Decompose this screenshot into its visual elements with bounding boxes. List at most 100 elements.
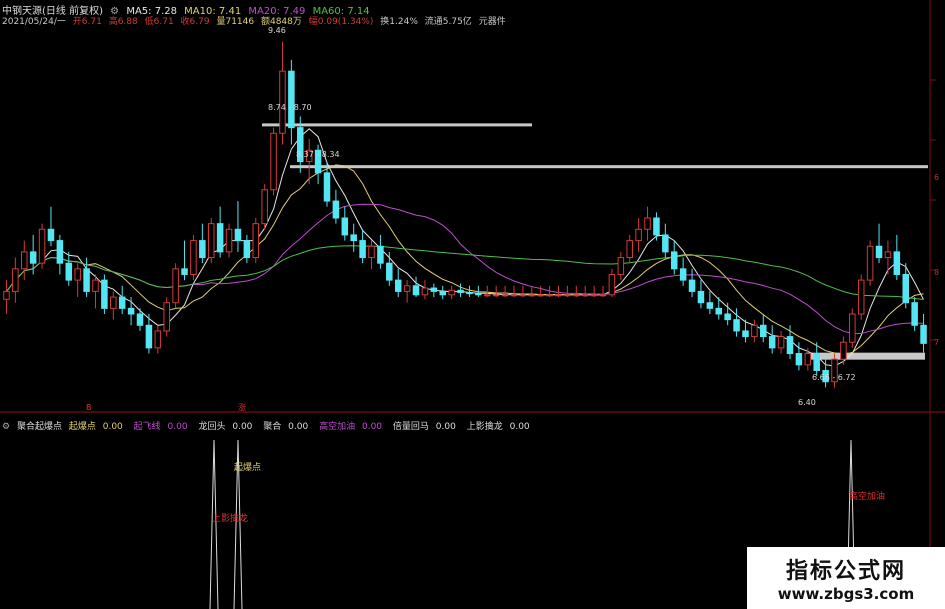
candle-body: [697, 290, 705, 304]
candle-body: [20, 251, 28, 270]
candle-body: [510, 294, 518, 297]
indicator-spike: [209, 439, 219, 609]
candle-body: [804, 353, 812, 366]
signal-label: 上影擒龙: [212, 512, 248, 524]
candle-body: [136, 313, 144, 326]
candle-body: [742, 330, 749, 338]
candle-body: [608, 273, 616, 296]
candle-body: [573, 294, 580, 297]
candle-body: [795, 353, 803, 366]
candle-body: [635, 228, 642, 242]
candle-body: [323, 172, 331, 202]
candle-body: [12, 268, 19, 292]
candle-body: [118, 296, 126, 309]
candle-body: [768, 336, 776, 349]
candle-body: [225, 228, 233, 253]
candle-body: [483, 294, 491, 297]
candle-body: [163, 302, 170, 332]
candle-body: [29, 251, 37, 264]
candle-body: [412, 285, 420, 296]
resistance-line: [806, 352, 925, 360]
candle-body: [65, 262, 73, 281]
price-label: 9.46: [268, 26, 286, 35]
candle-body: [751, 324, 758, 338]
candle-body: [261, 189, 268, 225]
candle-body: [528, 294, 536, 297]
candle-body: [56, 240, 64, 264]
ma5-line: [6, 128, 924, 367]
candle-body: [154, 330, 162, 349]
candle-body: [47, 228, 55, 242]
candle-body: [341, 217, 349, 236]
candle-body: [332, 200, 340, 219]
candle-body: [590, 294, 598, 297]
candlestick-chart[interactable]: 6 8 7 9.46 8.74 - 8.70 8.37 - 8.34 6.66 - 6.72…: [0, 0, 945, 609]
candle-body: [857, 279, 865, 315]
candle-body: [893, 251, 901, 275]
candle-body: [430, 287, 438, 292]
candle-body: [911, 302, 918, 326]
candle-body: [849, 313, 856, 343]
candle-body: [662, 234, 669, 253]
candle-body: [92, 279, 99, 292]
candle-body: [546, 294, 553, 297]
candle-body: [243, 240, 251, 259]
candle-body: [777, 336, 785, 349]
candle-body: [377, 245, 384, 264]
resistance-line: [290, 165, 928, 169]
axis-tick-label: 6: [934, 173, 939, 182]
candle-body: [359, 240, 366, 259]
candle-body: [110, 296, 117, 309]
axis-tick-label: 8: [934, 268, 939, 277]
candle-body: [83, 268, 90, 292]
candle-body: [457, 289, 464, 294]
candle-body: [466, 292, 473, 295]
candle-body: [207, 223, 215, 259]
signal-label: 起爆点: [234, 461, 261, 473]
ma10-line: [6, 164, 924, 356]
candle-body: [270, 132, 277, 191]
candle-body: [724, 313, 731, 321]
candle-body: [706, 302, 714, 309]
candle-body: [840, 341, 847, 360]
ma60-line: [6, 245, 924, 300]
candle-body: [252, 223, 260, 259]
candle-body: [688, 279, 696, 292]
candle-body: [421, 287, 429, 296]
candle-body: [199, 240, 206, 259]
candle-body: [679, 268, 687, 281]
watermark: 指标公式网 www.zbgs3.com: [747, 547, 945, 609]
candle-body: [439, 290, 447, 296]
candle-body: [760, 324, 767, 338]
candle-body: [519, 294, 527, 297]
candle-body: [448, 289, 455, 296]
price-label: 6.66 - 6.72: [812, 373, 856, 382]
watermark-url: www.zbgs3.com: [777, 585, 915, 603]
candle-body: [537, 294, 544, 297]
watermark-title: 指标公式网: [785, 559, 906, 584]
candle-body: [368, 245, 375, 259]
candle-body: [38, 228, 46, 264]
candle-body: [234, 228, 242, 242]
price-label: 8.74 - 8.70: [268, 103, 312, 112]
candle-body: [653, 217, 660, 236]
candle-body: [626, 240, 633, 259]
signal-label: 高空加油: [849, 490, 885, 502]
candle-body: [875, 245, 883, 259]
candle-body: [501, 294, 509, 297]
resistance-line: [262, 123, 532, 127]
candle-body: [920, 324, 927, 344]
candle-body: [190, 240, 197, 275]
candle-body: [902, 273, 910, 304]
candle-body: [564, 294, 571, 297]
price-label: 6.40: [798, 398, 816, 407]
candle-body: [492, 294, 500, 297]
candle-body: [3, 290, 10, 300]
candle-body: [181, 268, 188, 275]
candle-body: [172, 268, 179, 304]
candle-body: [216, 223, 224, 253]
candle-body: [786, 336, 794, 355]
candle-body: [733, 319, 740, 332]
marker-label: B: [86, 403, 92, 412]
candle-body: [101, 279, 108, 309]
